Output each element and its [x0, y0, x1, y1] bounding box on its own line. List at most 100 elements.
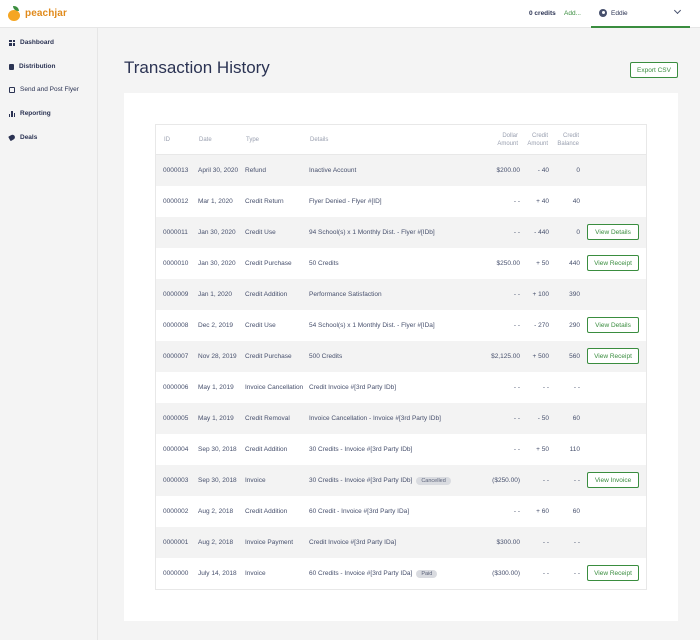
- view-details-button[interactable]: View Details: [587, 224, 639, 240]
- cell-type: Credit Addition: [245, 508, 288, 515]
- export-csv-button[interactable]: Export CSV: [630, 62, 678, 78]
- cell-credit-amount: + 60: [536, 508, 549, 515]
- cell-id: 0000007: [163, 353, 189, 360]
- cell-date: April 30, 2020: [198, 167, 239, 174]
- header-dollar-amount: Dollar Amount: [497, 133, 518, 147]
- cell-credit-balance: 390: [569, 291, 580, 298]
- sidebar: Dashboard Distribution Send and Post Fly…: [0, 28, 98, 640]
- cell-date: Dec 2, 2019: [198, 322, 234, 329]
- view-receipt-button[interactable]: View Receipt: [587, 348, 639, 364]
- cell-credit-balance: 60: [572, 415, 580, 422]
- cell-details: 30 Credits - Invoice #[3rd Party IDb]: [309, 446, 412, 454]
- cell-id: 0000013: [163, 167, 189, 174]
- table-row: 0000010 Jan 30, 2020 Credit Purchase 50 Cre…: [156, 248, 646, 279]
- sidebar-item-dashboard[interactable]: Dashboard: [9, 39, 54, 46]
- logo[interactable]: peachjar: [8, 6, 67, 21]
- cell-id: 0000004: [163, 446, 189, 453]
- view-receipt-button[interactable]: View Receipt: [587, 255, 639, 271]
- sidebar-item-deals[interactable]: Deals: [8, 133, 37, 142]
- sidebar-item-label: Send and Post Flyer: [20, 86, 79, 93]
- cell-details: 54 School(s) x 1 Monthly Dist. - Flyer #…: [309, 322, 435, 330]
- cell-credit-balance: 290: [569, 322, 580, 329]
- details-text: Performance Satisfaction: [309, 291, 382, 298]
- cell-id: 0000002: [163, 508, 189, 515]
- header-type: Type: [246, 137, 260, 143]
- cell-date: Sep 30, 2018: [198, 446, 237, 453]
- cell-credit-amount: - 270: [534, 322, 549, 329]
- cell-credit-balance: 60: [572, 508, 580, 515]
- cell-credit-amount: - 40: [537, 167, 549, 174]
- details-text: 500 Credits: [309, 353, 343, 360]
- details-text: Invoice Cancellation - Invoice #[3rd Par…: [309, 415, 441, 422]
- cell-credit-balance: 440: [569, 260, 580, 267]
- cell-credit-balance: - -: [573, 539, 580, 546]
- cell-date: May 1, 2019: [198, 384, 234, 391]
- table-header: ID Date Type Details Dollar Amount Credi…: [156, 125, 646, 155]
- cell-date: Aug 2, 2018: [198, 508, 234, 515]
- cell-credit-amount: - -: [542, 477, 549, 484]
- cell-type: Credit Return: [245, 198, 284, 205]
- cell-date: Jan 30, 2020: [198, 229, 236, 236]
- cell-credit-amount: - 440: [534, 229, 549, 236]
- cell-credit-balance: 40: [572, 198, 580, 205]
- table-row: 0000013 April 30, 2020 Refund Inactive Acco…: [156, 155, 646, 186]
- cell-details: 30 Credits - Invoice #[3rd Party IDb] Can…: [309, 477, 451, 485]
- cell-details: Flyer Denied - Flyer #[ID]: [309, 198, 382, 206]
- brand-name: peachjar: [25, 7, 67, 19]
- table-row: 0000005 May 1, 2019 Credit Removal Invoice …: [156, 403, 646, 434]
- cell-details: 60 Credit - Invoice #[3rd Party IDa]: [309, 508, 409, 516]
- table-row: 0000003 Sep 30, 2018 Invoice 30 Credits - I…: [156, 465, 646, 496]
- details-text: 50 Credits: [309, 260, 339, 267]
- sidebar-item-label: Reporting: [20, 110, 51, 117]
- cell-credit-balance: 110: [569, 446, 580, 453]
- cell-type: Credit Purchase: [245, 260, 292, 267]
- cell-credit-amount: + 500: [532, 353, 549, 360]
- table-row: 0000004 Sep 30, 2018 Credit Addition 30 Cre…: [156, 434, 646, 465]
- page-title: Transaction History: [124, 58, 270, 77]
- details-text: 60 Credits - Invoice #[3rd Party IDa]: [309, 570, 413, 577]
- cell-details: 94 School(s) x 1 Monthly Dist. - Flyer #…: [309, 229, 435, 237]
- cell-type: Credit Removal: [245, 415, 290, 422]
- cell-date: Sep 30, 2018: [198, 477, 237, 484]
- cell-id: 0000009: [163, 291, 189, 298]
- user-name: Eddie: [611, 10, 628, 17]
- cell-credit-amount: - -: [542, 539, 549, 546]
- cell-type: Credit Use: [245, 229, 276, 236]
- cell-id: 0000011: [163, 229, 188, 236]
- cell-credit-balance: 0: [576, 167, 580, 174]
- cell-id: 0000006: [163, 384, 189, 391]
- table-row: 0000009 Jan 1, 2020 Credit Addition Perform…: [156, 279, 646, 310]
- cell-details: Credit Invoice #[3rd Party IDa]: [309, 539, 396, 547]
- details-text: 94 School(s) x 1 Monthly Dist. - Flyer #…: [309, 229, 435, 236]
- cell-id: 0000012: [163, 198, 189, 205]
- status-badge: Paid: [416, 570, 438, 578]
- view-receipt-button[interactable]: View Receipt: [587, 565, 639, 581]
- cell-details: 50 Credits: [309, 260, 339, 268]
- cell-details: 500 Credits: [309, 353, 342, 361]
- table-row: 0000011 Jan 30, 2020 Credit Use 94 School(s…: [156, 217, 646, 248]
- cell-type: Credit Addition: [245, 446, 288, 453]
- view-details-button[interactable]: View Details: [587, 317, 639, 333]
- cell-id: 0000008: [163, 322, 189, 329]
- cell-date: Aug 2, 2018: [198, 539, 234, 546]
- cell-details: Credit Invoice #[3rd Party IDb]: [309, 384, 396, 392]
- dashboard-icon: [9, 39, 15, 46]
- document-icon: [9, 63, 14, 70]
- cell-type: Invoice Payment: [245, 539, 294, 546]
- cell-credit-balance: - -: [573, 477, 580, 484]
- add-credits-link[interactable]: Add...: [564, 10, 581, 17]
- cell-credit-balance: - -: [573, 384, 580, 391]
- sidebar-item-send-and-post-flyer[interactable]: Send and Post Flyer: [9, 86, 79, 93]
- cell-type: Credit Use: [245, 322, 276, 329]
- view-invoice-button[interactable]: View Invoice: [587, 472, 639, 488]
- sidebar-item-reporting[interactable]: Reporting: [9, 110, 51, 117]
- credits-count: 0 credits: [529, 10, 556, 17]
- header-credit-amount: Credit Amount: [527, 133, 548, 147]
- cell-date: May 1, 2019: [198, 415, 234, 422]
- sidebar-item-distribution[interactable]: Distribution: [9, 63, 55, 70]
- details-text: Inactive Account: [309, 167, 357, 174]
- status-badge: Cancelled: [416, 477, 451, 485]
- details-text: Credit Invoice #[3rd Party IDb]: [309, 384, 397, 391]
- table-row: 0000006 May 1, 2019 Invoice Cancellation Cr…: [156, 372, 646, 403]
- user-menu[interactable]: Eddie: [591, 0, 690, 28]
